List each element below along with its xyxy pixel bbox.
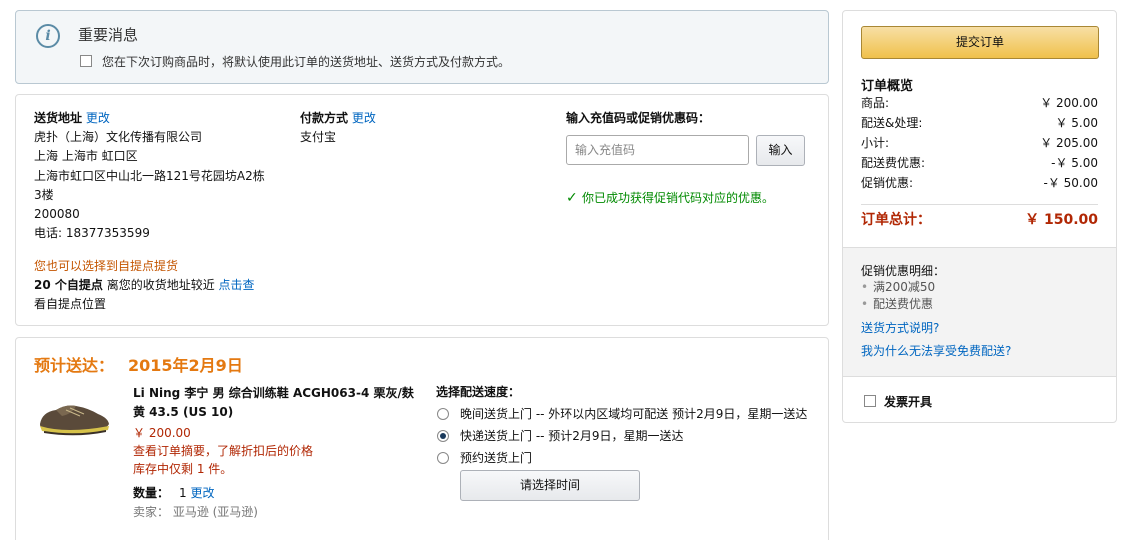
product-shoe-image[interactable] xyxy=(36,394,112,438)
address-line: 上海市虹口区中山北一路121号花园坊A2栋 xyxy=(34,168,265,183)
promo-success-text: 你已成功获得促销代码对应的优惠。 xyxy=(582,191,775,205)
promo-details-title: 促销优惠明细： xyxy=(861,264,946,278)
choose-time-button[interactable]: 请选择时间 xyxy=(460,470,640,501)
summary-value: ￥ 205.00 xyxy=(1040,136,1098,150)
product-name[interactable]: Li Ning 李宁 男 综合训练鞋 ACGH063-4 栗灰/麸黄 43.5 … xyxy=(133,384,418,422)
promo-code-section: 输入充值码或促销优惠码： 输入 ✓ 你已成功获得促销代码对应的优惠。 xyxy=(566,109,826,206)
address-line: 虎扑（上海）文化传播有限公司 xyxy=(34,130,203,145)
notice-title: 重要消息 xyxy=(78,26,139,44)
address-phone: 电话: 18377353599 xyxy=(34,226,150,241)
speed-option-express[interactable]: 快递送货上门 -- 预计2月9日，星期一送达 xyxy=(436,426,816,446)
submit-order-button[interactable]: 提交订单 xyxy=(861,26,1099,59)
summary-value: ￥ 200.00 xyxy=(1040,96,1098,110)
seller-info: 卖家： 亚马逊 (亚马逊) xyxy=(133,505,258,519)
invoice-label[interactable]: 发票开具 xyxy=(884,393,932,410)
address-postcode: 200080 xyxy=(34,207,80,222)
promo-detail-item: 满200减50 xyxy=(861,279,935,296)
promo-code-input[interactable] xyxy=(566,135,749,165)
speed-heading: 选择配送速度： xyxy=(436,385,521,399)
pickup-info: 您也可以选择到自提点提货 20 个自提点 离您的收货地址较近 点击查 看自提点位… xyxy=(34,257,255,314)
summary-row-promo-discount: 促销优惠: -￥ 50.00 xyxy=(861,173,1098,193)
payment-method: 付款方式 更改 支付宝 xyxy=(300,109,376,147)
summary-label: 促销优惠: xyxy=(861,176,914,190)
summary-value: ￥ 5.00 xyxy=(1055,116,1098,130)
summary-label: 商品: xyxy=(861,96,890,110)
estimated-delivery: 预计送达： 2015年2月9日 xyxy=(34,352,243,376)
address-payment-panel: 送货地址 更改 虎扑（上海）文化传播有限公司 上海 上海市 虹口区 上海市虹口区… xyxy=(15,94,829,326)
summary-value: -￥ 5.00 xyxy=(1051,156,1098,170)
speed-option-label: 快递送货上门 -- 预计2月9日，星期一送达 xyxy=(460,429,684,443)
summary-label: 小计: xyxy=(861,136,890,150)
change-address-link[interactable]: 更改 xyxy=(86,111,110,125)
eta-date: 2015年2月9日 xyxy=(128,356,243,375)
summary-title: 订单概览 xyxy=(861,79,914,94)
summary-label: 配送费优惠: xyxy=(861,156,926,170)
shipping-address: 送货地址 更改 虎扑（上海）文化传播有限公司 上海 上海市 虹口区 上海市虹口区… xyxy=(34,109,284,243)
info-icon: i xyxy=(36,24,60,48)
quantity-label: 数量： xyxy=(133,486,170,500)
radio-button[interactable] xyxy=(437,408,449,420)
check-icon: ✓ xyxy=(566,190,578,206)
pickup-text: 离您的收货地址较近 xyxy=(102,278,219,292)
order-summary-panel: 提交订单 订单概览 商品: ￥ 200.00 配送&处理: ￥ 5.00 小计:… xyxy=(842,10,1117,423)
summary-divider xyxy=(861,204,1098,205)
shipping-heading: 送货地址 xyxy=(34,111,83,125)
promo-detail-item: 配送费优惠 xyxy=(861,296,935,313)
shipping-method-info-link[interactable]: 送货方式说明? xyxy=(861,319,939,336)
promo-heading: 输入充值码或促销优惠码： xyxy=(566,111,711,125)
summary-row-shipping-discount: 配送费优惠: -￥ 5.00 xyxy=(861,153,1098,173)
address-line: 上海 上海市 虹口区 xyxy=(34,149,138,164)
promo-details: 促销优惠明细： 满200减50 配送费优惠 送货方式说明? 我为什么无法享受免费… xyxy=(843,247,1116,377)
product-price: ￥ 200.00 xyxy=(133,426,191,440)
pickup-count: 20 个自提点 xyxy=(34,278,103,292)
speed-option-scheduled[interactable]: 预约送货上门 xyxy=(436,448,816,468)
important-notice: i 重要消息 您在下次订购商品时，将默认使用此订单的送货地址、送货方式及付款方式… xyxy=(15,10,829,84)
change-payment-link[interactable]: 更改 xyxy=(352,111,376,125)
pickup-hint: 您也可以选择到自提点提货 xyxy=(34,259,179,273)
discount-note: 查看订单摘要，了解折扣后的价格 xyxy=(133,444,314,458)
radio-button[interactable] xyxy=(437,452,449,464)
eta-label: 预计送达： xyxy=(34,356,115,375)
payment-heading: 付款方式 xyxy=(300,111,349,125)
apply-promo-button[interactable]: 输入 xyxy=(756,135,805,166)
summary-value: -￥ 50.00 xyxy=(1043,176,1099,190)
pickup-view-link[interactable]: 点击查 xyxy=(219,278,255,292)
speed-option-evening[interactable]: 晚间送货上门 -- 外环以内区域均可配送 预计2月9日，星期一送达 xyxy=(436,404,816,424)
change-quantity-link[interactable]: 更改 xyxy=(190,486,214,500)
speed-option-label: 预约送货上门 xyxy=(460,451,533,465)
quantity-value: 1 xyxy=(179,486,187,500)
invoice-checkbox[interactable] xyxy=(864,395,876,407)
summary-row-shipping: 配送&处理: ￥ 5.00 xyxy=(861,113,1098,133)
payment-method-value: 支付宝 xyxy=(300,130,337,144)
quantity-row: 数量： 1 更改 xyxy=(133,484,418,503)
total-value: ￥ 150.00 xyxy=(1025,212,1098,228)
summary-label: 配送&处理: xyxy=(861,116,923,130)
save-defaults-label[interactable]: 您在下次订购商品时，将默认使用此订单的送货地址、送货方式及付款方式。 xyxy=(102,53,510,70)
speed-option-label: 晚间送货上门 -- 外环以内区域均可配送 预计2月9日，星期一送达 xyxy=(460,407,808,421)
total-label: 订单总计： xyxy=(861,212,931,228)
pickup-view-link-cont[interactable]: 看自提点位置 xyxy=(34,295,255,314)
order-total: 订单总计： ￥ 150.00 xyxy=(861,209,1098,231)
free-shipping-info-link[interactable]: 我为什么无法享受免费配送? xyxy=(861,342,1011,359)
address-line: 3楼 xyxy=(34,187,54,202)
stock-note: 库存中仅剩 1 件。 xyxy=(133,462,233,476)
order-item: Li Ning 李宁 男 综合训练鞋 ACGH063-4 栗灰/麸黄 43.5 … xyxy=(133,384,418,522)
radio-button-selected[interactable] xyxy=(437,430,449,442)
promo-success-message: ✓ 你已成功获得促销代码对应的优惠。 xyxy=(566,189,774,206)
summary-row-subtotal: 小计: ￥ 205.00 xyxy=(861,133,1098,153)
delivery-speed: 选择配送速度： 晚间送货上门 -- 外环以内区域均可配送 预计2月9日，星期一送… xyxy=(436,382,816,501)
summary-row-items: 商品: ￥ 200.00 xyxy=(861,93,1098,113)
delivery-panel: 预计送达： 2015年2月9日 Li Ning 李宁 男 综合训练鞋 ACGH06… xyxy=(15,337,829,540)
save-defaults-checkbox[interactable] xyxy=(80,55,92,67)
